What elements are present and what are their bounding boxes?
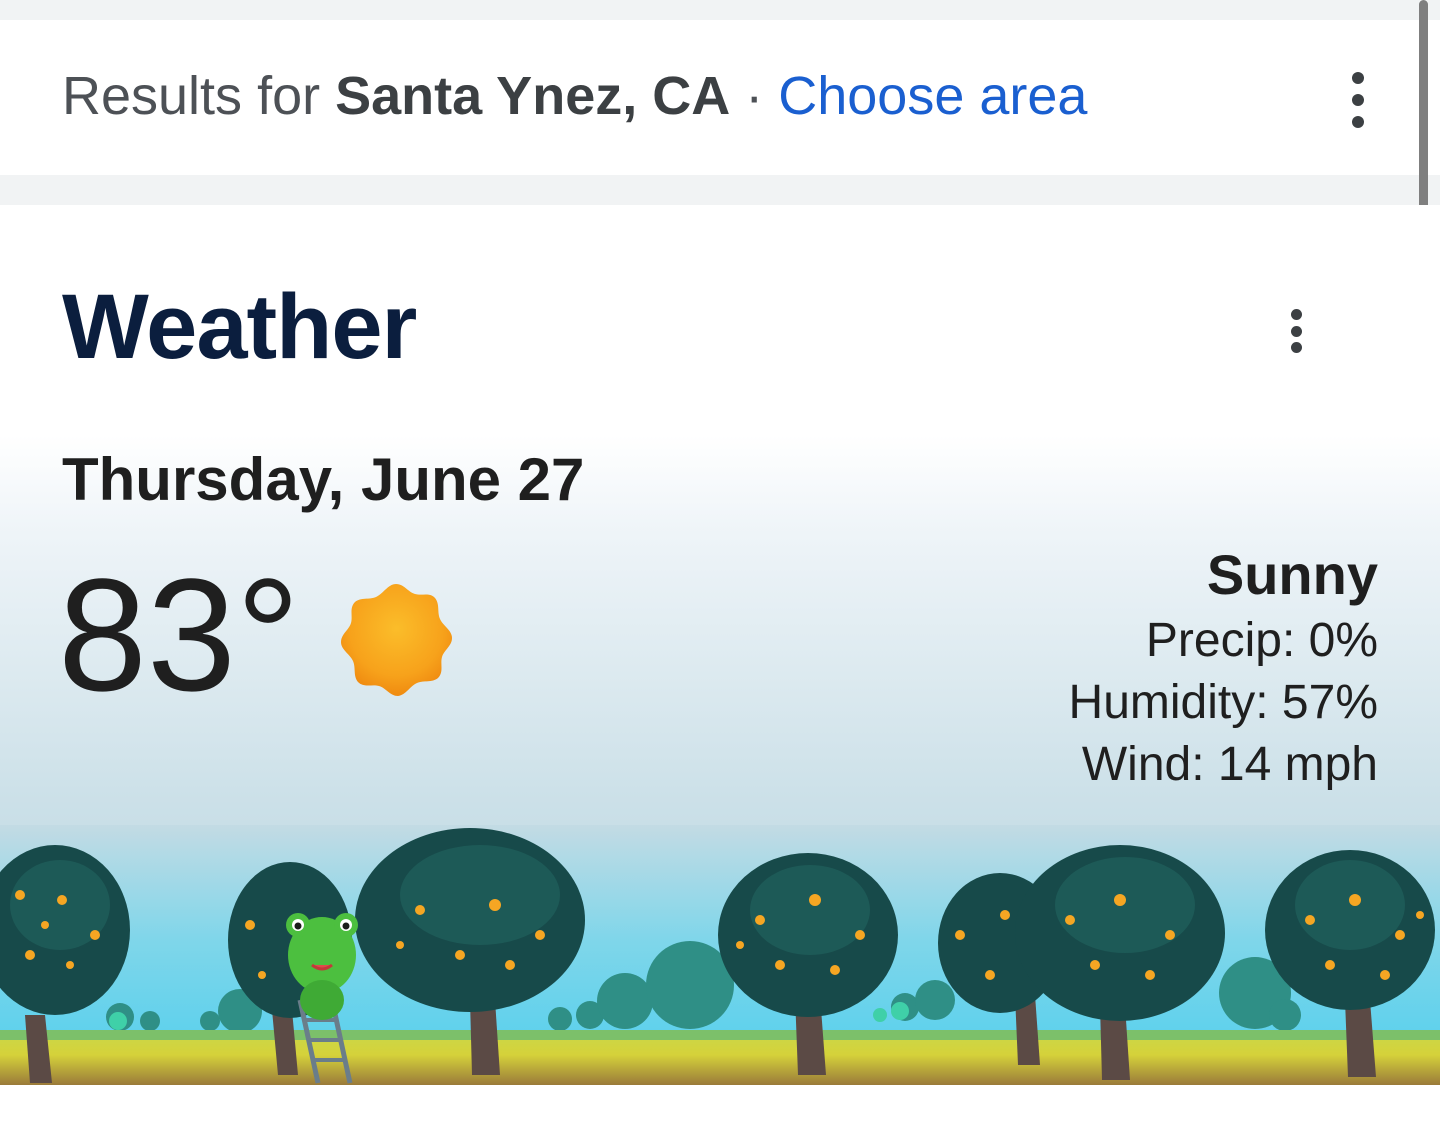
- page: Results for Santa Ynez, CA · Choose area…: [0, 0, 1440, 1137]
- precip-value: Precip: 0%: [1145, 614, 1378, 667]
- weather-title: Weather: [62, 276, 417, 378]
- condition-label: Sunny: [1206, 543, 1378, 606]
- weather-date: Thursday, June 27: [62, 446, 585, 513]
- conditions-panel: Sunny Precip: 0% Humidity: 57% Wind: 14 …: [1069, 540, 1378, 796]
- results-location: Santa Ynez, CA: [335, 66, 731, 126]
- humidity-value: Humidity: 57%: [1068, 676, 1378, 729]
- sunny-icon: [341, 584, 452, 696]
- results-separator: ·: [745, 66, 764, 126]
- choose-area-link[interactable]: Choose area: [778, 66, 1087, 126]
- weather-more-vert-icon[interactable]: [1286, 309, 1306, 353]
- results-location-text: Results for Santa Ynez, CA · Choose area: [62, 66, 1087, 126]
- section-divider: [0, 175, 1440, 205]
- results-more-vert-icon[interactable]: [1348, 72, 1368, 128]
- results-prefix: Results for: [62, 66, 321, 126]
- top-divider: [0, 0, 1440, 20]
- orchard-illustration: [0, 825, 1440, 1085]
- weather-card: Weather Thursday, June 27 83° Sunny Prec…: [0, 205, 1440, 1085]
- wind-value: Wind: 14 mph: [1081, 738, 1378, 791]
- bottom-area: [0, 1085, 1440, 1137]
- results-bar: Results for Santa Ynez, CA · Choose area: [0, 20, 1440, 175]
- current-temperature: 83°: [58, 545, 300, 724]
